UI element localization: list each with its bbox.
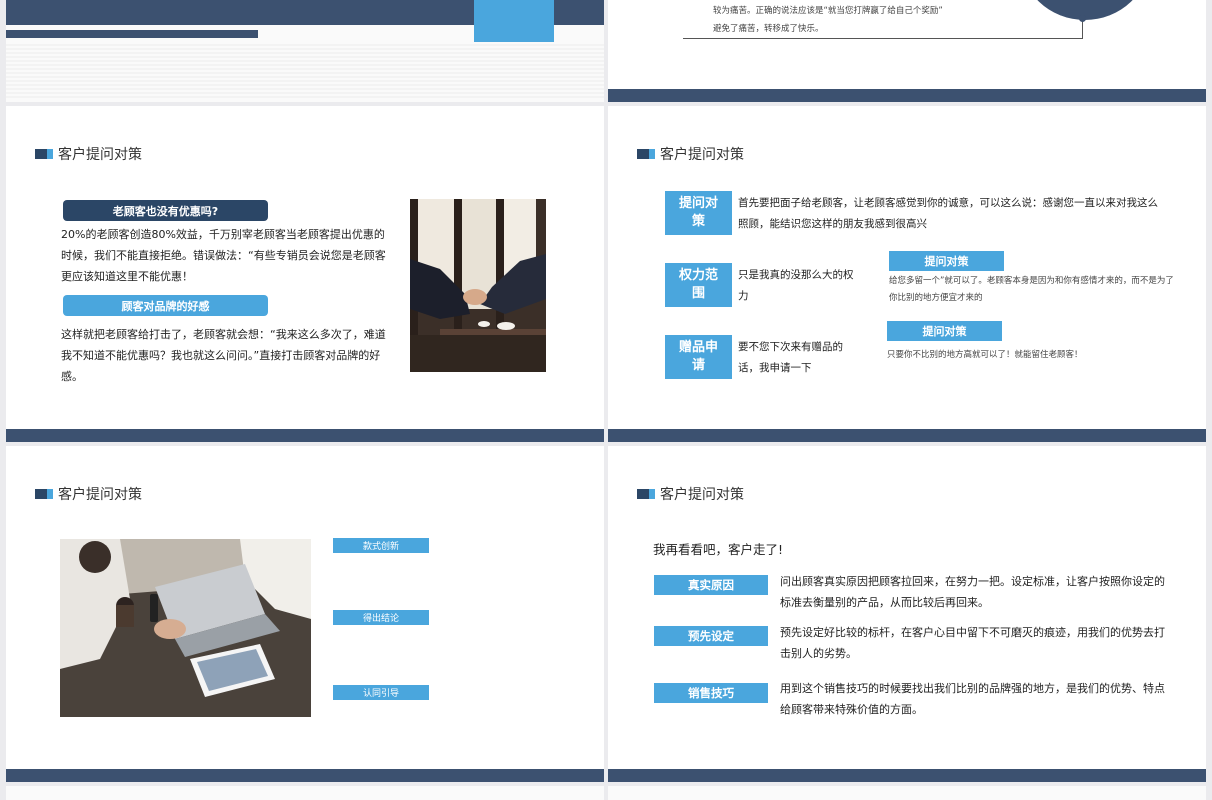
title-bar-icon (637, 149, 655, 159)
section-title-text: 客户提问对策 (660, 147, 744, 163)
slide-peek-right (608, 786, 1206, 800)
slide-bottom-bar (608, 429, 1206, 442)
slide-top-right[interactable]: 较为痛苦。正确的说法应该是“就当您打牌赢了给自己个奖励” 避免了痛苦，转移成了快… (608, 0, 1206, 102)
top-right-line2: 避免了痛苦，转移成了快乐。 (713, 24, 824, 34)
section-title: 客户提问对策 (637, 484, 744, 504)
tag-2-text: 只要你不比别的地方高就可以了！就能留住老顾客！ (887, 350, 1083, 360)
laptop-meeting-illustration (60, 539, 311, 717)
box-question-strategy: 提问对策 (665, 191, 732, 235)
title-bar-icon (35, 149, 53, 159)
slide-top-left[interactable] (6, 0, 604, 102)
laptop-photo (60, 539, 311, 717)
tag-strategy-1: 提问对策 (889, 251, 1004, 271)
section-title-text: 客户提问对策 (58, 147, 142, 163)
slide-a[interactable]: 客户提问对策 老顾客也没有优惠吗? 20%的老顾客创造80%效益，千万别宰老顾客… (6, 106, 604, 442)
brand-pill: 顾客对品牌的好感 (63, 295, 268, 316)
section-title: 客户提问对策 (637, 144, 744, 164)
tag-acknowledge-guide: 认同引导 (333, 685, 429, 700)
box-gift: 赠品申请 (665, 335, 732, 379)
handshake-illustration (410, 199, 546, 372)
label-real-reason: 真实原因 (654, 575, 768, 595)
slide-bottom-bar (6, 769, 604, 782)
slide-bottom-bar (608, 769, 1206, 782)
label-preset: 预先设定 (654, 626, 768, 646)
top-right-line1: 较为痛苦。正确的说法应该是“就当您打牌赢了给自己个奖励” (713, 6, 943, 16)
section-title: 客户提问对策 (35, 484, 142, 504)
paragraph-2: 这样就把老顾客给打击了，老顾客就会想：“我来这么多次了，难道我不知道不能优惠吗？… (61, 328, 386, 383)
stripe-pattern (6, 42, 604, 98)
row-1-text: 问出顾客真实原因把顾客拉回来，在努力一把。设定标准，让客户按照你设定的标准去衡量… (780, 575, 1165, 609)
box-3-text: 要不您下次来有赠品的话，我申请一下 (738, 341, 843, 374)
box-authority: 权力范围 (665, 263, 732, 307)
tag-1-text: 给您多留一个”就可以了。老顾客本身是因为和你有感情才来的，而不是为了你比别的地方… (889, 276, 1174, 303)
section-title: 客户提问对策 (35, 144, 142, 164)
title-bar-icon (35, 489, 53, 499)
question-pill: 老顾客也没有优惠吗? (63, 200, 268, 221)
section-title-text: 客户提问对策 (660, 487, 744, 503)
slide-peek-left (6, 786, 604, 800)
box-2-text: 只是我真的没那么大的权力 (738, 269, 854, 302)
title-bar-icon (637, 489, 655, 499)
box-1-text: 首先要把面子给老顾客，让老顾客感觉到你的诚意，可以这么说：感谢您一直以来对我这么… (738, 197, 1158, 230)
slide-bottom-bar (6, 429, 604, 442)
tag-style-innovation: 款式创新 (333, 538, 429, 553)
slide-d[interactable]: 客户提问对策 我再看看吧，客户走了! 真实原因 问出顾客真实原因把顾客拉回来，在… (608, 446, 1206, 782)
section-title-text: 客户提问对策 (58, 487, 142, 503)
row-3-text: 用到这个销售技巧的时候要找出我们比别的品牌强的地方，是我们的优势、特点给顾客带来… (780, 682, 1165, 716)
label-sales-skill: 销售技巧 (654, 683, 768, 703)
handshake-photo (410, 199, 546, 372)
slide-bottom-bar (608, 89, 1206, 102)
slide-c[interactable]: 客户提问对策 款式创新 得出结论 认同引导 (6, 446, 604, 782)
connector-line (683, 38, 1083, 39)
tag-conclusion: 得出结论 (333, 610, 429, 625)
slide-b[interactable]: 客户提问对策 提问对策 首先要把面子给老顾客，让老顾客感觉到你的诚意，可以这么说… (608, 106, 1206, 442)
connector-dot (1079, 15, 1086, 22)
tag-strategy-2: 提问对策 (887, 321, 1002, 341)
row-2-text: 预先设定好比较的标杆，在客户心目中留下不可磨灭的痕迹，用我们的优势去打击别人的劣… (780, 626, 1165, 660)
accent-square (474, 0, 554, 42)
paragraph-1: 20%的老顾客创造80%效益，千万别宰老顾客当老顾客提出优惠的时候，我们不能直接… (61, 228, 386, 283)
thin-bar (6, 30, 258, 38)
intro-text: 我再看看吧，客户走了! (653, 542, 784, 557)
